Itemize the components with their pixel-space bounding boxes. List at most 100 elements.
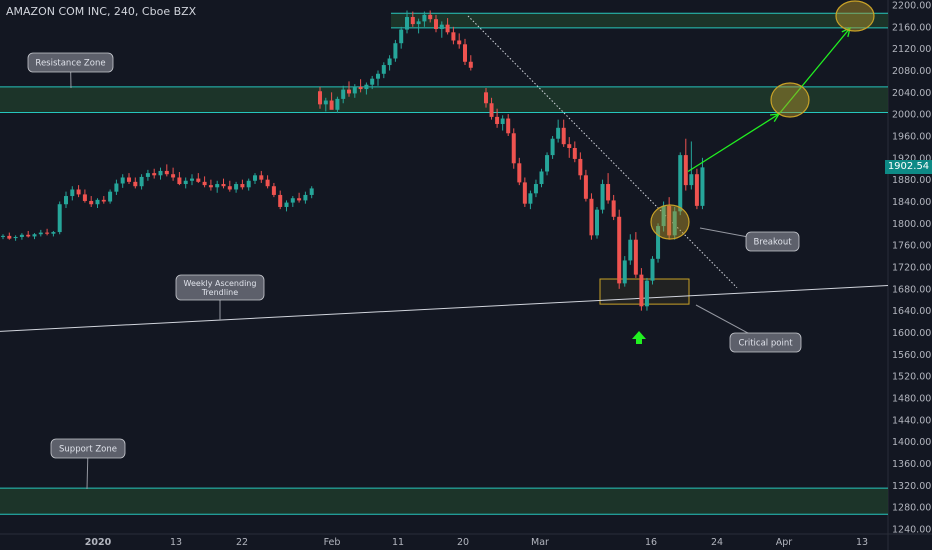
support-zone — [0, 488, 888, 515]
candle-body — [253, 175, 257, 181]
candle-body — [158, 170, 163, 176]
candle-body — [364, 84, 369, 90]
weekly-trendline-label-text: Trendline — [201, 288, 238, 297]
candle-body — [611, 200, 616, 217]
candle-body — [265, 179, 270, 187]
candle-body — [567, 144, 572, 149]
y-tick-label: 1400.00 — [892, 437, 931, 448]
weekly-ascending-trendline — [0, 285, 889, 332]
candle-body — [463, 44, 467, 62]
target-circle — [770, 82, 810, 118]
candle-body — [556, 127, 561, 139]
candle-body — [202, 181, 207, 186]
candle-body — [410, 17, 415, 25]
price-chart[interactable]: 2200.00 2160.00 2120.00 2080.00 2040.00 2000.… — [0, 0, 932, 550]
breakout-label-text: Breakout — [753, 238, 792, 248]
candle-body — [101, 199, 106, 202]
candle-body — [489, 103, 494, 117]
candle-body — [145, 173, 150, 177]
candle-body — [45, 232, 50, 234]
candle-body — [561, 127, 566, 145]
candle-body — [341, 89, 346, 99]
candle-body — [381, 65, 386, 74]
candle-body — [335, 98, 340, 110]
y-tick-label: 1240.00 — [892, 525, 931, 536]
x-tick-label: Mar — [531, 537, 549, 548]
candle-body — [234, 184, 239, 190]
candle-body — [405, 17, 409, 30]
candle-body — [26, 234, 31, 237]
candle-body — [64, 196, 68, 205]
candle-body — [95, 199, 100, 205]
x-tick-label: 24 — [711, 537, 723, 548]
candle-body — [650, 258, 655, 281]
candle-body — [171, 174, 176, 178]
candle-body — [297, 198, 302, 201]
y-tick-label: 1720.00 — [892, 263, 931, 274]
candle-body — [522, 182, 527, 204]
candle-body — [393, 43, 398, 59]
candle-body — [32, 234, 37, 237]
y-tick-label: 1960.00 — [892, 132, 931, 143]
x-tick-label: 16 — [645, 537, 657, 548]
candle-body — [517, 163, 522, 183]
candle-body — [539, 171, 544, 185]
candle-body — [329, 100, 334, 110]
y-tick-label: 2040.00 — [892, 88, 931, 99]
candle-body — [550, 138, 555, 156]
y-tick-label: 1840.00 — [892, 197, 931, 208]
candle-body — [595, 209, 599, 236]
candle-body — [578, 158, 583, 176]
candle-body — [1, 235, 5, 237]
candle-body — [183, 180, 188, 185]
candle-body — [622, 260, 627, 284]
candle-body — [152, 173, 157, 176]
candle-body — [545, 155, 550, 172]
candle-body — [38, 232, 43, 235]
candle-body — [617, 216, 622, 284]
candle-body — [51, 232, 56, 234]
target-circle — [835, 0, 875, 32]
y-tick-label: 1440.00 — [892, 415, 931, 426]
candle-body — [127, 177, 131, 182]
y-tick-label: 1520.00 — [892, 372, 931, 383]
chart-title: AMAZON COM INC, 240, Cboe BZX — [6, 5, 197, 18]
y-tick-label: 1760.00 — [892, 241, 931, 252]
green-up-arrow-icon — [632, 331, 646, 344]
candle-body — [190, 178, 194, 181]
candle-body — [399, 29, 404, 44]
candle-body — [318, 91, 322, 105]
candle-body — [352, 86, 357, 94]
candle-body — [120, 177, 125, 184]
candle-body — [376, 73, 380, 79]
candle-body — [139, 176, 144, 187]
candle-body — [434, 19, 438, 30]
candle-body — [227, 186, 232, 190]
candle-body — [422, 14, 427, 22]
y-tick-label: 2080.00 — [892, 66, 931, 77]
candle-body — [7, 235, 12, 239]
candle-body — [468, 61, 473, 68]
candle-body — [19, 234, 24, 237]
candle-body — [533, 184, 538, 194]
projection-arrowhead — [769, 113, 781, 122]
candle-body — [528, 193, 533, 204]
candle-body — [495, 116, 500, 124]
candle-body — [428, 14, 433, 20]
candle-body — [215, 184, 220, 188]
candle-body — [644, 280, 649, 307]
critical-point-box — [599, 278, 690, 305]
weekly-trendline-label-text: Weekly Ascending — [184, 279, 257, 288]
candle-body — [416, 21, 421, 25]
candle-body — [633, 239, 638, 275]
candle-body — [309, 188, 314, 195]
candle-body — [57, 204, 62, 233]
candle-body — [347, 89, 351, 94]
candle-body — [246, 180, 251, 188]
candle-body — [114, 183, 119, 192]
x-tick-label: 22 — [236, 537, 248, 548]
candle-body — [600, 184, 605, 210]
candle-body — [13, 236, 18, 239]
resistance-zone — [0, 86, 888, 113]
candle-body — [678, 155, 683, 212]
